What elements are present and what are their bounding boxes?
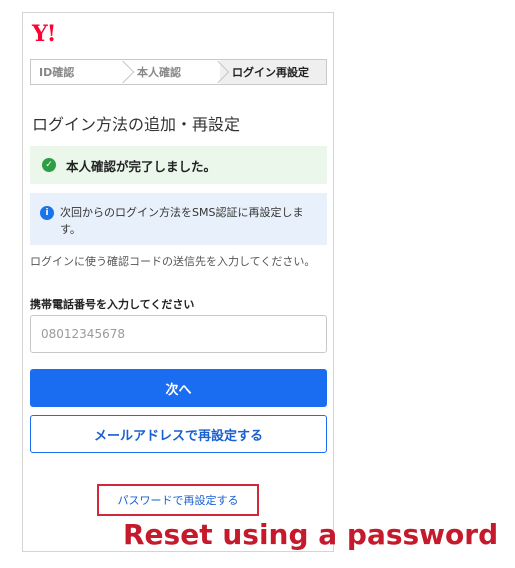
- next-button[interactable]: 次へ: [30, 369, 327, 407]
- step-label: 本人確認: [137, 66, 181, 79]
- step-label: ID確認: [39, 66, 75, 79]
- info-text: 次回からのログイン方法をSMS認証に再設定します。: [60, 206, 304, 236]
- phone-input[interactable]: [30, 315, 327, 353]
- step-identity-verify: 本人確認: [125, 60, 230, 84]
- info-icon: i: [40, 206, 54, 220]
- phone-field-label: 携帯電話番号を入力してください: [30, 298, 195, 311]
- success-banner: ✓ 本人確認が完了しました。: [30, 146, 327, 184]
- login-reset-panel: Y! ID確認 本人確認 ログイン再設定 ログイン方法の追加・再設定 ✓ 本人確…: [22, 12, 334, 552]
- yahoo-logo[interactable]: Y!: [32, 21, 56, 47]
- annotation-caption: Reset using a password: [123, 518, 499, 551]
- instruction-text: ログインに使う確認コードの送信先を入力してください。: [30, 255, 316, 268]
- page-title: ログイン方法の追加・再設定: [32, 115, 241, 134]
- step-login-reset: ログイン再設定: [220, 60, 326, 84]
- success-text: 本人確認が完了しました。: [66, 158, 217, 174]
- reset-by-password-link[interactable]: パスワードで再設定する: [118, 492, 239, 508]
- info-banner: i 次回からのログイン方法をSMS認証に再設定します。: [30, 193, 327, 245]
- password-link-highlight: パスワードで再設定する: [97, 484, 259, 516]
- progress-steps: ID確認 本人確認 ログイン再設定: [30, 59, 327, 85]
- check-circle-icon: ✓: [42, 158, 56, 172]
- step-label: ログイン再設定: [232, 66, 309, 79]
- reset-by-email-button[interactable]: メールアドレスで再設定する: [30, 415, 327, 453]
- step-id-confirm: ID確認: [31, 60, 135, 84]
